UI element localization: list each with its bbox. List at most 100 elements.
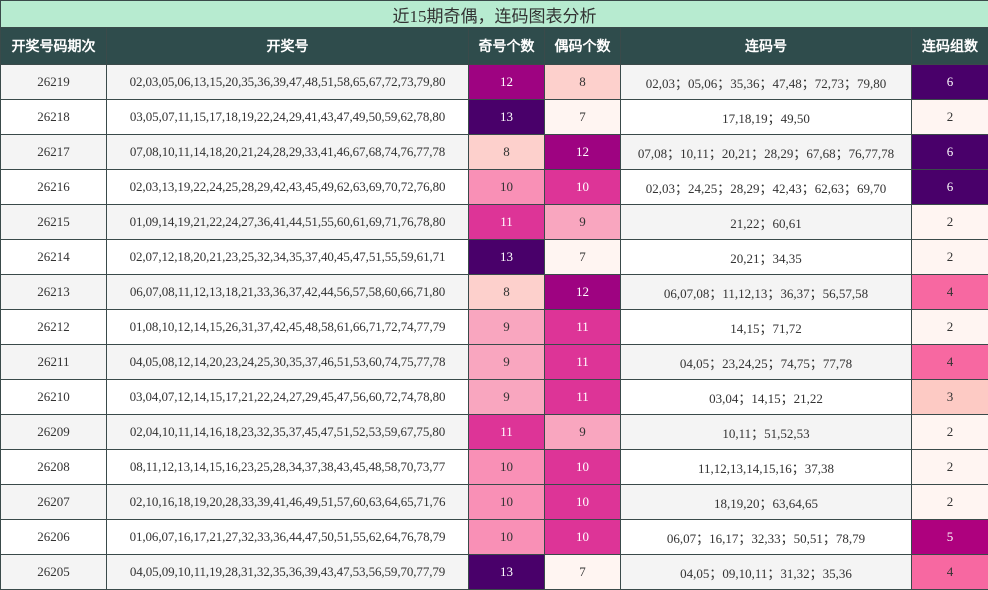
period-cell: 26214 <box>0 239 107 275</box>
odd-count-cell: 11 <box>468 204 545 240</box>
period-cell: 26210 <box>0 379 107 415</box>
consecutive-cell: 20,21；34,35 <box>620 239 912 275</box>
header-numbers: 开奖号 <box>106 27 469 65</box>
period-cell: 26218 <box>0 99 107 135</box>
period-cell: 26206 <box>0 519 107 555</box>
numbers-cell: 02,04,10,11,14,16,18,23,32,35,37,45,47,5… <box>106 414 469 450</box>
even-count-cell: 9 <box>544 414 621 450</box>
period-cell: 26205 <box>0 554 107 590</box>
consecutive-cell: 06,07；16,17；32,33；50,51；78,79 <box>620 519 912 555</box>
header-odd-count: 奇号个数 <box>468 27 545 65</box>
consecutive-cell: 14,15；71,72 <box>620 309 912 345</box>
numbers-cell: 04,05,08,12,14,20,23,24,25,30,35,37,46,5… <box>106 344 469 380</box>
table-title: 近15期奇偶，连码图表分析 <box>0 0 988 28</box>
header-row: 开奖号码期次 开奖号 奇号个数 偶码个数 连码号 连码组数 <box>0 27 988 65</box>
numbers-cell: 02,10,16,18,19,20,28,33,39,41,46,49,51,5… <box>106 484 469 520</box>
period-cell: 26216 <box>0 169 107 205</box>
consecutive-cell: 10,11；51,52,53 <box>620 414 912 450</box>
numbers-cell: 07,08,10,11,14,18,20,21,24,28,29,33,41,4… <box>106 134 469 170</box>
even-count-cell: 10 <box>544 519 621 555</box>
header-consecutive: 连码号 <box>620 27 912 65</box>
groups-cell: 2 <box>910 239 988 275</box>
odd-count-cell: 8 <box>468 274 545 310</box>
numbers-cell: 03,04,07,12,14,15,17,21,22,24,27,29,45,4… <box>106 379 469 415</box>
even-count-cell: 11 <box>544 309 621 345</box>
groups-cell: 4 <box>910 554 988 590</box>
numbers-cell: 03,05,07,11,15,17,18,19,22,24,29,41,43,4… <box>106 99 469 135</box>
even-count-cell: 11 <box>544 344 621 380</box>
even-count-cell: 8 <box>544 64 621 100</box>
odd-count-cell: 9 <box>468 344 545 380</box>
consecutive-cell: 06,07,08；11,12,13；36,37；56,57,58 <box>620 274 912 310</box>
period-cell: 26207 <box>0 484 107 520</box>
numbers-cell: 04,05,09,10,11,19,28,31,32,35,36,39,43,4… <box>106 554 469 590</box>
table-row: 26217 07,08,10,11,14,18,20,21,24,28,29,33… <box>0 134 988 170</box>
period-cell: 26209 <box>0 414 107 450</box>
consecutive-cell: 18,19,20；63,64,65 <box>620 484 912 520</box>
table-row: 26210 03,04,07,12,14,15,17,21,22,24,27,29… <box>0 379 988 415</box>
groups-cell: 2 <box>910 99 988 135</box>
groups-cell: 2 <box>910 484 988 520</box>
even-count-cell: 12 <box>544 274 621 310</box>
odd-count-cell: 9 <box>468 309 545 345</box>
groups-cell: 6 <box>910 64 988 100</box>
groups-cell: 5 <box>910 519 988 555</box>
groups-cell: 4 <box>910 274 988 310</box>
numbers-cell: 01,08,10,12,14,15,26,31,37,42,45,48,58,6… <box>106 309 469 345</box>
period-cell: 26211 <box>0 344 107 380</box>
odd-count-cell: 11 <box>468 414 545 450</box>
odd-count-cell: 8 <box>468 134 545 170</box>
consecutive-cell: 17,18,19；49,50 <box>620 99 912 135</box>
even-count-cell: 7 <box>544 554 621 590</box>
even-count-cell: 11 <box>544 379 621 415</box>
consecutive-cell: 04,05；09,10,11；31,32；35,36 <box>620 554 912 590</box>
groups-cell: 4 <box>910 344 988 380</box>
table-row: 26213 06,07,08,11,12,13,18,21,33,36,37,42… <box>0 274 988 310</box>
period-cell: 26208 <box>0 449 107 485</box>
consecutive-cell: 11,12,13,14,15,16；37,38 <box>620 449 912 485</box>
even-count-cell: 10 <box>544 449 621 485</box>
header-even-count: 偶码个数 <box>544 27 621 65</box>
analysis-table: 近15期奇偶，连码图表分析 开奖号码期次 开奖号 奇号个数 偶码个数 连码号 连… <box>0 0 988 590</box>
even-count-cell: 7 <box>544 99 621 135</box>
even-count-cell: 9 <box>544 204 621 240</box>
consecutive-cell: 03,04；14,15；21,22 <box>620 379 912 415</box>
odd-count-cell: 10 <box>468 169 545 205</box>
even-count-cell: 10 <box>544 484 621 520</box>
groups-cell: 2 <box>910 414 988 450</box>
consecutive-cell: 04,05；23,24,25；74,75；77,78 <box>620 344 912 380</box>
table-row: 26205 04,05,09,10,11,19,28,31,32,35,36,39… <box>0 554 988 590</box>
table-row: 26218 03,05,07,11,15,17,18,19,22,24,29,41… <box>0 99 988 135</box>
odd-count-cell: 9 <box>468 379 545 415</box>
table-row: 26209 02,04,10,11,14,16,18,23,32,35,37,45… <box>0 414 988 450</box>
table-row: 26208 08,11,12,13,14,15,16,23,25,28,34,37… <box>0 449 988 485</box>
consecutive-cell: 07,08；10,11；20,21；28,29；67,68；76,77,78 <box>620 134 912 170</box>
groups-cell: 2 <box>910 449 988 485</box>
odd-count-cell: 10 <box>468 484 545 520</box>
numbers-cell: 01,09,14,19,21,22,24,27,36,41,44,51,55,6… <box>106 204 469 240</box>
consecutive-cell: 02,03；05,06；35,36；47,48；72,73；79,80 <box>620 64 912 100</box>
period-cell: 26212 <box>0 309 107 345</box>
odd-count-cell: 13 <box>468 554 545 590</box>
groups-cell: 6 <box>910 134 988 170</box>
even-count-cell: 12 <box>544 134 621 170</box>
table-row: 26215 01,09,14,19,21,22,24,27,36,41,44,51… <box>0 204 988 240</box>
table-row: 26219 02,03,05,06,13,15,20,35,36,39,47,48… <box>0 64 988 100</box>
groups-cell: 2 <box>910 204 988 240</box>
period-cell: 26215 <box>0 204 107 240</box>
period-cell: 26219 <box>0 64 107 100</box>
groups-cell: 3 <box>910 379 988 415</box>
numbers-cell: 06,07,08,11,12,13,18,21,33,36,37,42,44,5… <box>106 274 469 310</box>
table-row: 26207 02,10,16,18,19,20,28,33,39,41,46,49… <box>0 484 988 520</box>
table-row: 26211 04,05,08,12,14,20,23,24,25,30,35,37… <box>0 344 988 380</box>
even-count-cell: 10 <box>544 169 621 205</box>
period-cell: 26217 <box>0 134 107 170</box>
table-row: 26216 02,03,13,19,22,24,25,28,29,42,43,45… <box>0 169 988 205</box>
odd-count-cell: 10 <box>468 449 545 485</box>
header-period: 开奖号码期次 <box>0 27 107 65</box>
table-row: 26206 01,06,07,16,17,21,27,32,33,36,44,47… <box>0 519 988 555</box>
numbers-cell: 02,03,13,19,22,24,25,28,29,42,43,45,49,6… <box>106 169 469 205</box>
table-row: 26212 01,08,10,12,14,15,26,31,37,42,45,48… <box>0 309 988 345</box>
title-row: 近15期奇偶，连码图表分析 <box>0 0 988 28</box>
numbers-cell: 08,11,12,13,14,15,16,23,25,28,34,37,38,4… <box>106 449 469 485</box>
